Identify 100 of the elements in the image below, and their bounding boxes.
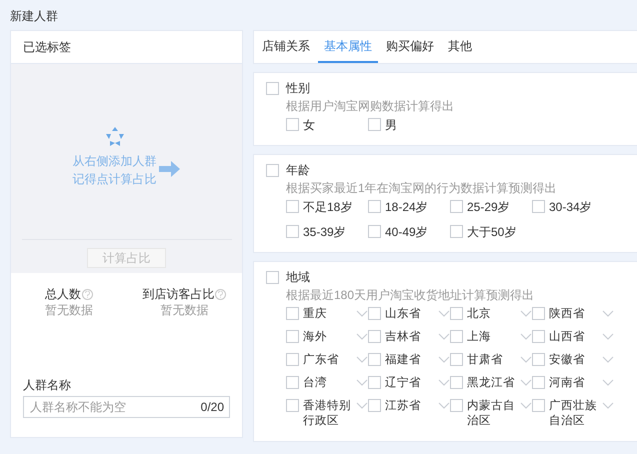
- checkbox[interactable]: [266, 82, 279, 94]
- stat-value: 暂无数据: [44, 302, 93, 318]
- option-label: 香港特别行政区: [303, 399, 352, 429]
- option-label: 男: [385, 118, 397, 133]
- checkbox[interactable]: [286, 200, 299, 213]
- checkbox[interactable]: [368, 330, 381, 343]
- chevron-down-icon[interactable]: [356, 333, 368, 340]
- section-title: 性别: [286, 80, 310, 97]
- option-label: 山西省: [549, 330, 586, 345]
- checkbox[interactable]: [532, 353, 545, 366]
- checkbox[interactable]: [286, 376, 299, 389]
- option-label: 内蒙古自治区: [467, 399, 516, 429]
- option-label: 江苏省: [385, 399, 422, 414]
- checkbox[interactable]: [450, 200, 463, 213]
- section-description: 根据用户淘宝网购数据计算得出: [286, 98, 455, 115]
- option-label: 不足18岁: [303, 200, 352, 215]
- checkbox[interactable]: [286, 399, 299, 412]
- page-title: 新建人群: [10, 8, 59, 25]
- chevron-down-icon[interactable]: [520, 333, 532, 340]
- field-label: 人群名称: [22, 377, 72, 394]
- chevron-down-icon[interactable]: [520, 356, 532, 363]
- option-label: 辽宁省: [385, 376, 422, 391]
- chevron-down-icon[interactable]: [438, 402, 450, 409]
- tab[interactable]: 购买偏好: [380, 31, 440, 63]
- checkbox[interactable]: [286, 353, 299, 366]
- checkbox[interactable]: [450, 307, 463, 320]
- chevron-down-icon[interactable]: [356, 379, 368, 386]
- option-label: 上海: [467, 330, 492, 345]
- section-title: 地域: [286, 269, 310, 286]
- chevron-down-icon[interactable]: [602, 333, 614, 340]
- checkbox[interactable]: [286, 307, 299, 320]
- option-label: 安徽省: [549, 353, 586, 368]
- checkbox[interactable]: [368, 118, 381, 131]
- section-description: 根据买家最近1年在淘宝网的行为数据计算预测得出: [286, 180, 558, 197]
- tab[interactable]: 其他: [442, 31, 478, 63]
- option-label: 台湾: [303, 376, 328, 391]
- checkbox[interactable]: [286, 330, 299, 343]
- chevron-down-icon[interactable]: [356, 402, 368, 409]
- checkbox[interactable]: [368, 225, 381, 238]
- chevron-down-icon[interactable]: [602, 310, 614, 317]
- option-label: 黑龙江省: [467, 376, 516, 391]
- checkbox[interactable]: [532, 330, 545, 343]
- checkbox[interactable]: [286, 225, 299, 238]
- chevron-down-icon[interactable]: [602, 356, 614, 363]
- tab[interactable]: 店铺关系: [256, 31, 316, 63]
- option-label: 广西壮族自治区: [549, 399, 598, 429]
- checkbox[interactable]: [266, 270, 279, 284]
- checkbox[interactable]: [532, 399, 545, 412]
- checkbox[interactable]: [450, 399, 463, 412]
- chevron-down-icon[interactable]: [520, 402, 532, 409]
- checkbox[interactable]: [368, 399, 381, 412]
- checkbox[interactable]: [532, 376, 545, 389]
- checkbox[interactable]: [450, 353, 463, 366]
- stat-value: 暂无数据: [160, 302, 208, 318]
- option-label: 北京: [467, 307, 492, 322]
- checkbox[interactable]: [286, 118, 299, 131]
- help-icon: [82, 288, 93, 300]
- section-description: 根据最近180天用户淘宝收货地址计算预测得出: [286, 287, 536, 304]
- chevron-down-icon[interactable]: [520, 310, 532, 317]
- option-label: 大于50岁: [467, 225, 516, 240]
- chevron-down-icon[interactable]: [602, 402, 614, 409]
- chevron-down-icon[interactable]: [438, 356, 450, 363]
- character-counter: 0/20: [200, 400, 224, 414]
- help-icon: [215, 288, 226, 300]
- option-label: 陕西省: [549, 307, 586, 322]
- empty-hint: 从右侧添加人群 记得点计算占比: [72, 153, 156, 188]
- option-label: 30-34岁: [549, 200, 592, 215]
- checkbox[interactable]: [532, 200, 545, 213]
- chevron-down-icon[interactable]: [438, 333, 450, 340]
- checkbox[interactable]: [368, 376, 381, 389]
- option-label: 海外: [303, 330, 328, 345]
- checkbox[interactable]: [450, 376, 463, 389]
- option-label: 35-39岁: [303, 225, 346, 240]
- option-label: 甘肃省: [467, 353, 504, 368]
- chevron-down-icon[interactable]: [602, 379, 614, 386]
- checkbox[interactable]: [532, 307, 545, 320]
- checkbox[interactable]: [368, 200, 381, 213]
- checkbox[interactable]: [368, 307, 381, 320]
- option-label: 吉林省: [385, 330, 422, 345]
- checkbox[interactable]: [266, 164, 279, 176]
- option-label: 河南省: [549, 376, 586, 391]
- option-label: 山东省: [385, 307, 422, 322]
- stat-label: 总人数: [44, 286, 81, 302]
- section-title: 年龄: [286, 162, 310, 179]
- option-label: 重庆: [303, 307, 328, 322]
- option-label: 25-29岁: [467, 200, 510, 215]
- checkbox[interactable]: [368, 353, 381, 366]
- option-label: 福建省: [385, 353, 422, 368]
- checkbox[interactable]: [450, 225, 463, 238]
- option-label: 18-24岁: [385, 200, 428, 215]
- chevron-down-icon[interactable]: [356, 356, 368, 363]
- stat-label: 到店访客占比: [142, 286, 214, 302]
- checkbox[interactable]: [450, 330, 463, 343]
- chevron-down-icon[interactable]: [438, 310, 450, 317]
- star-icon: [104, 126, 126, 148]
- arrow-right-icon: [158, 160, 180, 178]
- chevron-down-icon[interactable]: [438, 379, 450, 386]
- option-label: 40-49岁: [385, 225, 428, 240]
- chevron-down-icon[interactable]: [356, 310, 368, 317]
- chevron-down-icon[interactable]: [520, 379, 532, 386]
